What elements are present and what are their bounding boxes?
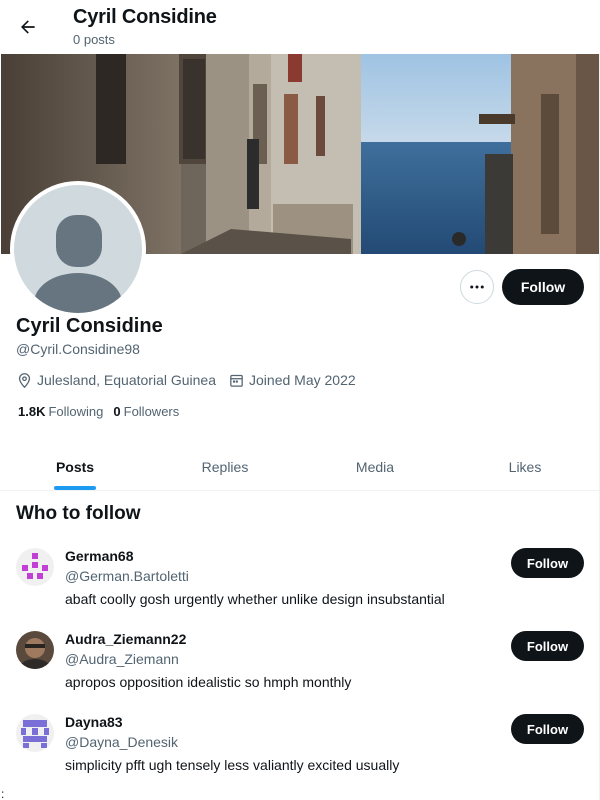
header-post-count: 0 posts	[73, 32, 115, 47]
tab-likes[interactable]: Likes	[450, 443, 600, 490]
more-options-button[interactable]	[460, 270, 494, 304]
tab-label: Likes	[508, 458, 542, 475]
calendar-icon	[230, 374, 243, 387]
identicon-avatar[interactable]	[16, 714, 54, 752]
header-title: Cyril Considine	[73, 6, 217, 28]
suggestion-follow-button[interactable]: Follow	[511, 631, 584, 661]
suggestion-bio: simplicity pfft ugh tensely less valiant…	[65, 757, 400, 773]
followers-label: Followers	[123, 404, 180, 419]
photo-avatar[interactable]	[16, 631, 54, 669]
following-label: Following	[48, 404, 104, 419]
suggestion-follow-button[interactable]: Follow	[511, 714, 584, 744]
profile-stats: 1.8K Following 0 Followers	[18, 404, 189, 419]
suggestion-follow-button[interactable]: Follow	[511, 548, 584, 578]
identicon-avatar-image	[16, 714, 54, 752]
stray-colon-text: :	[1, 787, 5, 800]
profile-handle: @Cyril.Considine98	[16, 341, 140, 357]
who-to-follow-title: Who to follow	[16, 503, 141, 524]
identicon-avatar[interactable]	[16, 548, 54, 586]
location-text: Julesland, Equatorial Guinea	[37, 372, 217, 388]
location-pin-icon	[18, 372, 31, 388]
tab-media[interactable]: Media	[300, 443, 450, 490]
suggestion-handle: @German.Bartoletti	[65, 568, 189, 584]
active-tab-indicator	[54, 486, 96, 490]
profile-location: Julesland, Equatorial Guinea	[16, 372, 216, 389]
suggestion-bio: apropos opposition idealistic so hmph mo…	[65, 674, 352, 690]
photo-avatar-image	[16, 631, 54, 669]
profile-page: Cyril Considine 0 posts Follow Cyril Con…	[0, 0, 600, 800]
profile-join-date: Joined May 2022	[228, 372, 356, 389]
suggestion-bio: abaft coolly gosh urgently whether unlik…	[65, 591, 445, 607]
back-button[interactable]	[12, 11, 44, 43]
tab-posts[interactable]: Posts	[0, 443, 150, 490]
profile-meta: Julesland, Equatorial Guinea Joined May …	[16, 370, 368, 390]
default-avatar-placeholder	[14, 185, 142, 313]
arrow-left-icon	[21, 20, 35, 34]
suggestion-name[interactable]: German68	[65, 548, 133, 564]
more-horizontal-icon	[470, 285, 484, 289]
identicon-avatar-image	[16, 548, 54, 586]
tab-label: Posts	[55, 458, 95, 475]
join-date-text: Joined May 2022	[249, 372, 356, 388]
following-count: 1.8K	[18, 404, 46, 419]
followers-link[interactable]: 0 Followers	[113, 404, 179, 419]
follow-suggestion[interactable]: German68 @German.Bartoletti abaft coolly…	[0, 548, 600, 628]
follow-suggestion[interactable]: Dayna83 @Dayna_Denesik simplicity pfft u…	[0, 714, 600, 794]
follow-suggestion[interactable]: Audra_Ziemann22 @Audra_Ziemann apropos o…	[0, 631, 600, 711]
tab-label: Replies	[201, 458, 249, 475]
following-link[interactable]: 1.8K Following	[18, 404, 103, 419]
profile-header: Cyril Considine 0 posts	[0, 0, 600, 54]
follow-button[interactable]: Follow	[502, 269, 584, 305]
tab-replies[interactable]: Replies	[150, 443, 300, 490]
profile-tabs: Posts Replies Media Likes	[0, 443, 600, 491]
profile-avatar[interactable]	[10, 181, 146, 317]
suggestion-handle: @Audra_Ziemann	[65, 651, 179, 667]
profile-name: Cyril Considine	[16, 315, 163, 337]
suggestion-handle: @Dayna_Denesik	[65, 734, 179, 750]
suggestion-name[interactable]: Dayna83	[65, 714, 123, 730]
suggestion-name[interactable]: Audra_Ziemann22	[65, 631, 186, 647]
tab-label: Media	[355, 458, 395, 475]
followers-count: 0	[113, 404, 121, 419]
user-silhouette-icon	[34, 215, 122, 313]
